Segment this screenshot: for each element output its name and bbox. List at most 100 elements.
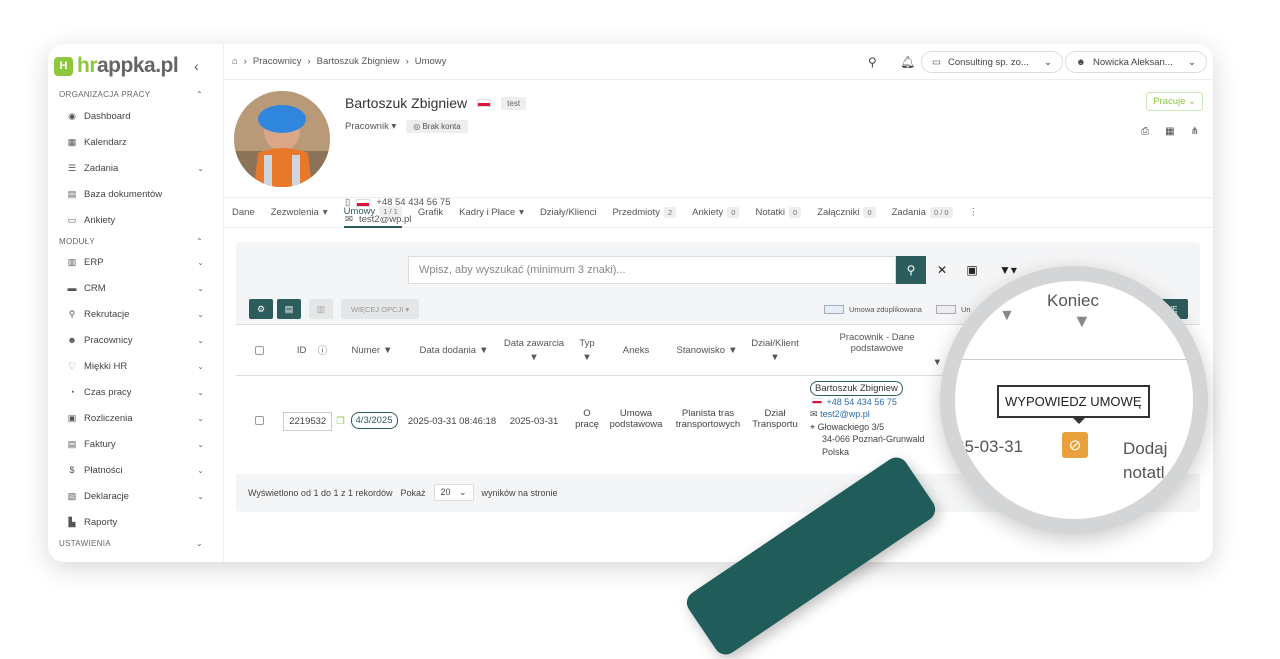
tabs: Dane Zezwolenia ▾ Umowy 1 / 1 Grafik Kadry… [224,198,1213,228]
export-button[interactable]: ▤ [277,299,301,319]
phone-link[interactable]: +48 54 434 56 75 [827,397,897,407]
user-menu[interactable]: ☻ Nowicka Aleksan... ⌄ [1065,51,1207,73]
sidebar-item-czas-pracy[interactable]: ◔ Czas pracy ⌄ [66,382,204,402]
tab-notatki[interactable]: Notatki 0 [755,198,802,228]
save-icon[interactable]: ▣ [958,256,986,284]
filter-icon: ▼ [383,344,393,356]
column-data-zawarcia[interactable]: Data zawarcia ▼ [502,325,566,375]
calendar-icon: ▦ [67,136,77,147]
sidebar-item-erp[interactable]: ▥ ERP ⌄ [66,252,204,272]
column-id[interactable]: ID ⓘ [286,325,338,375]
column-typ[interactable]: Typ ▼ [574,325,600,375]
chevron-up-icon: ⌃ [195,237,203,246]
sidebar-item-miekki-hr[interactable]: ♡ Miękki HR ⌄ [66,356,204,376]
sidebar-item-zadania[interactable]: ☰ Zadania ⌄ [66,158,204,178]
page-size-select[interactable]: 20 ⌄ [433,484,474,501]
heart-icon: ♡ [67,360,77,371]
sidebar-item-rozliczenia[interactable]: ▣ Rozliczenia ⌄ [66,408,204,428]
column-data-dodania[interactable]: Data dodania ▼ [412,325,496,375]
sidebar-item-raporty[interactable]: ▙ Raporty [66,512,204,532]
column-pracownik[interactable]: Pracownik - Dane podstawowe ▼ [812,325,943,375]
tab-zalaczniki[interactable]: Załączniki 0 [817,198,876,228]
tab-dzialy-klienci[interactable]: Działy/Klienci [540,198,597,228]
chevron-down-icon: ⌄ [197,257,204,267]
add-note-link[interactable]: Dodaj notatl [1123,437,1167,485]
row-numer[interactable]: 4/3/2025 [350,412,398,429]
magnified-header: Koniec [1047,291,1099,310]
delete-button[interactable]: ▥ [309,299,333,319]
sidebar-item-ankiety[interactable]: ▭ Ankiety [66,210,204,230]
documents-icon: ▤ [67,188,77,199]
terminate-contract-button[interactable]: ⊘ [1062,432,1088,458]
tab-przedmioty[interactable]: Przedmioty 2 [612,198,677,228]
user-avatar-icon: ☻ [1076,56,1086,68]
email-icon: ✉ [810,409,818,419]
section-settings[interactable]: USTAWIENIA ⌄ [59,539,203,548]
filter-icon: ▼ [582,351,592,363]
sidebar-item-dashboard[interactable]: ◉ Dashboard [66,106,204,126]
employee-link[interactable]: Bartoszuk Zbigniew [810,381,903,396]
more-options-button[interactable]: WIĘCEJ OPCJI ▾ [341,299,419,319]
sidebar-item-kalendarz[interactable]: ▦ Kalendarz [66,132,204,152]
tab-kadry-i-place[interactable]: Kadry i Płace ▾ [459,198,524,228]
search-input[interactable]: Wpisz, aby wyszukać (minimum 3 znaki)... [408,256,896,284]
chevron-down-icon: ⌄ [197,413,204,423]
sidebar-item-baza-dokumentow[interactable]: ▤ Baza dokumentów [66,184,204,204]
collapse-sidebar-icon[interactable]: ‹ [194,58,199,74]
chevron-down-icon: ⌄ [1188,96,1196,107]
column-numer[interactable]: Numer ▼ [344,325,400,375]
row-aneks: Umowa podstawowa [609,408,663,430]
terminate-contract-tooltip: WYPOWIEDZ UMOWĘ [997,385,1150,424]
tab-umowy[interactable]: Umowy 1 / 1 [343,198,402,228]
app-logo[interactable]: H hrappka.pl [54,54,179,78]
erp-icon: ▥ [67,256,77,267]
column-stanowisko[interactable]: Stanowisko ▼ [672,325,742,375]
print-icon[interactable]: ⎙ [1141,126,1149,137]
dollar-icon: $ [69,465,75,475]
clear-search-icon[interactable]: ✕ [928,256,956,284]
tab-zadania[interactable]: Zadania 0 / 0 [892,198,953,228]
sidebar-item-faktury[interactable]: ▤ Faktury ⌄ [66,434,204,454]
row-checkbox[interactable] [252,416,266,425]
tab-grafik[interactable]: Grafik [418,198,443,228]
sidebar-item-rekrutacje[interactable]: ⚲ Rekrutacje ⌄ [66,304,204,324]
bell-icon[interactable]: 🔔︎ [900,55,915,69]
sidebar-item-deklaracje[interactable]: ▧ Deklaracje ⌄ [66,486,204,506]
breadcrumb-employee[interactable]: Bartoszuk Zbigniew [317,56,400,67]
search-button[interactable]: ⚲ [896,256,926,284]
settings-button[interactable]: ⚙ [249,299,273,319]
chart-icon: ▙ [68,516,76,527]
select-all-checkbox[interactable] [252,325,266,375]
section-org[interactable]: ORGANIZACJA PRACY ⌃ [59,90,203,99]
row-typ: Opracę [575,408,599,430]
chevron-down-icon: ⌄ [197,439,204,449]
employee-tag: test [501,96,527,110]
sidebar-item-pracownicy[interactable]: ☻ Pracownicy ⌄ [66,330,204,350]
filter-icon[interactable]: ▼ [999,307,1015,325]
role-selector[interactable]: Pracownik ▾ [345,121,396,132]
share-icon[interactable]: ⋔ [1191,126,1199,137]
copy-icon[interactable]: ❐ [336,416,345,427]
search-icon[interactable]: ⚲ [868,55,877,69]
status-dropdown[interactable]: Pracuje ⌄ [1146,92,1203,111]
home-icon[interactable]: ⌂ [232,56,238,67]
dashboard-icon: ◉ [68,110,76,121]
sidebar-item-platnosci[interactable]: $ Płatności ⌄ [66,460,204,480]
tab-ankiety[interactable]: Ankiety 0 [692,198,740,228]
calendar-icon[interactable]: ▦ [1165,126,1174,137]
more-tabs-icon[interactable]: ⋮ [969,198,979,228]
filter-icon[interactable]: ▼ [1073,311,1091,332]
breadcrumb-pracownicy[interactable]: Pracownicy [253,56,302,67]
company-selector[interactable]: ▭ Consulting sp. zo... ⌄ [921,51,1063,73]
magnified-date: 25-03-31 [955,437,1024,456]
column-aneks[interactable]: Aneks [616,325,656,375]
chevron-down-icon: ⌄ [197,335,204,345]
column-dzial[interactable]: Dział/Klient ▼ [748,325,802,375]
poland-flag-icon [477,99,492,107]
sidebar-item-crm[interactable]: ▬ CRM ⌄ [66,278,205,298]
chevron-up-icon: ⌃ [195,90,203,99]
email-link[interactable]: test2@wp.pl [820,409,870,419]
tab-zezwolenia[interactable]: Zezwolenia ▾ [271,198,328,228]
section-modules[interactable]: MODUŁY ⌃ [59,237,203,246]
tab-dane[interactable]: Dane [232,198,255,228]
